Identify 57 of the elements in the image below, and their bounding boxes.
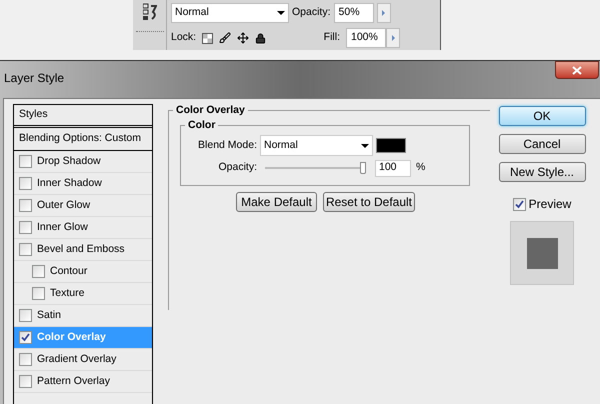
checkerboard-icon[interactable] [202,32,214,44]
fill-field[interactable]: 100% [346,28,386,48]
slider-thumb[interactable] [360,162,366,174]
style-item[interactable]: Gradient Overlay [37,352,116,368]
color-swatch[interactable] [376,138,406,153]
checkbox[interactable] [32,287,45,300]
style-item[interactable]: Drop Shadow [37,154,101,170]
opacity-slider-track[interactable] [262,162,366,174]
checkbox[interactable] [19,199,32,212]
opacity-field[interactable]: 50% [334,3,374,23]
style-item[interactable]: Inner Glow [37,220,88,236]
blend-mode-dropdown[interactable]: Normal [171,3,289,23]
checkbox[interactable] [19,353,32,366]
close-button[interactable] [555,61,599,79]
style-item[interactable]: Contour [50,264,88,280]
dialog-button[interactable]: Cancel [498,134,586,154]
style-item[interactable]: Inner Shadow [37,176,102,192]
checkbox[interactable] [19,331,32,344]
dialog-button[interactable]: Reset to Default [323,192,415,212]
opacity-field[interactable]: 100 [375,160,411,176]
opacity-arrow-button[interactable] [376,3,391,23]
preview-label: Preview [528,196,572,213]
layers-icon[interactable] [142,3,156,21]
style-item[interactable]: Outer Glow [37,198,90,214]
style-item[interactable]: Satin [37,308,61,324]
close-icon [572,66,582,74]
checkbox[interactable] [19,375,32,388]
styles-header[interactable]: Styles [14,105,152,128]
style-item[interactable]: Pattern Overlay [37,374,110,390]
style-item[interactable]: Texture [50,286,84,302]
blend-mode-dropdown[interactable]: Normal [260,135,373,156]
dialog-button[interactable]: OK [498,106,586,126]
lock-label: Lock: [171,30,196,46]
opacity-label: Opacity: [292,5,331,20]
caret-icon [361,144,369,148]
blending-options-item[interactable]: Blending Options: Custom [14,128,152,151]
checkbox[interactable] [19,177,32,190]
preview-square [526,238,558,268]
fill-arrow-button[interactable] [386,28,400,48]
style-item[interactable]: Bevel and Emboss [37,242,125,258]
window-title: Layer Style [4,70,64,87]
dialog-button[interactable]: New Style... [498,162,586,182]
lock-icon[interactable] [255,32,266,44]
checkbox[interactable] [19,309,32,322]
checkbox[interactable] [32,265,45,278]
preview-checkbox[interactable] [512,198,526,210]
opacity-label: Opacity: [217,160,257,176]
checkbox[interactable] [19,155,32,168]
dialog-button[interactable]: Make Default [236,192,317,212]
move-icon[interactable] [237,32,250,44]
fill-label: Fill: [324,30,340,46]
blend-mode-label: Blend Mode: [197,138,257,153]
checkbox[interactable] [19,221,32,234]
percent-label: % [416,160,426,176]
checkbox[interactable] [19,243,32,256]
caret-icon [277,11,285,15]
brush-icon[interactable] [219,32,232,44]
